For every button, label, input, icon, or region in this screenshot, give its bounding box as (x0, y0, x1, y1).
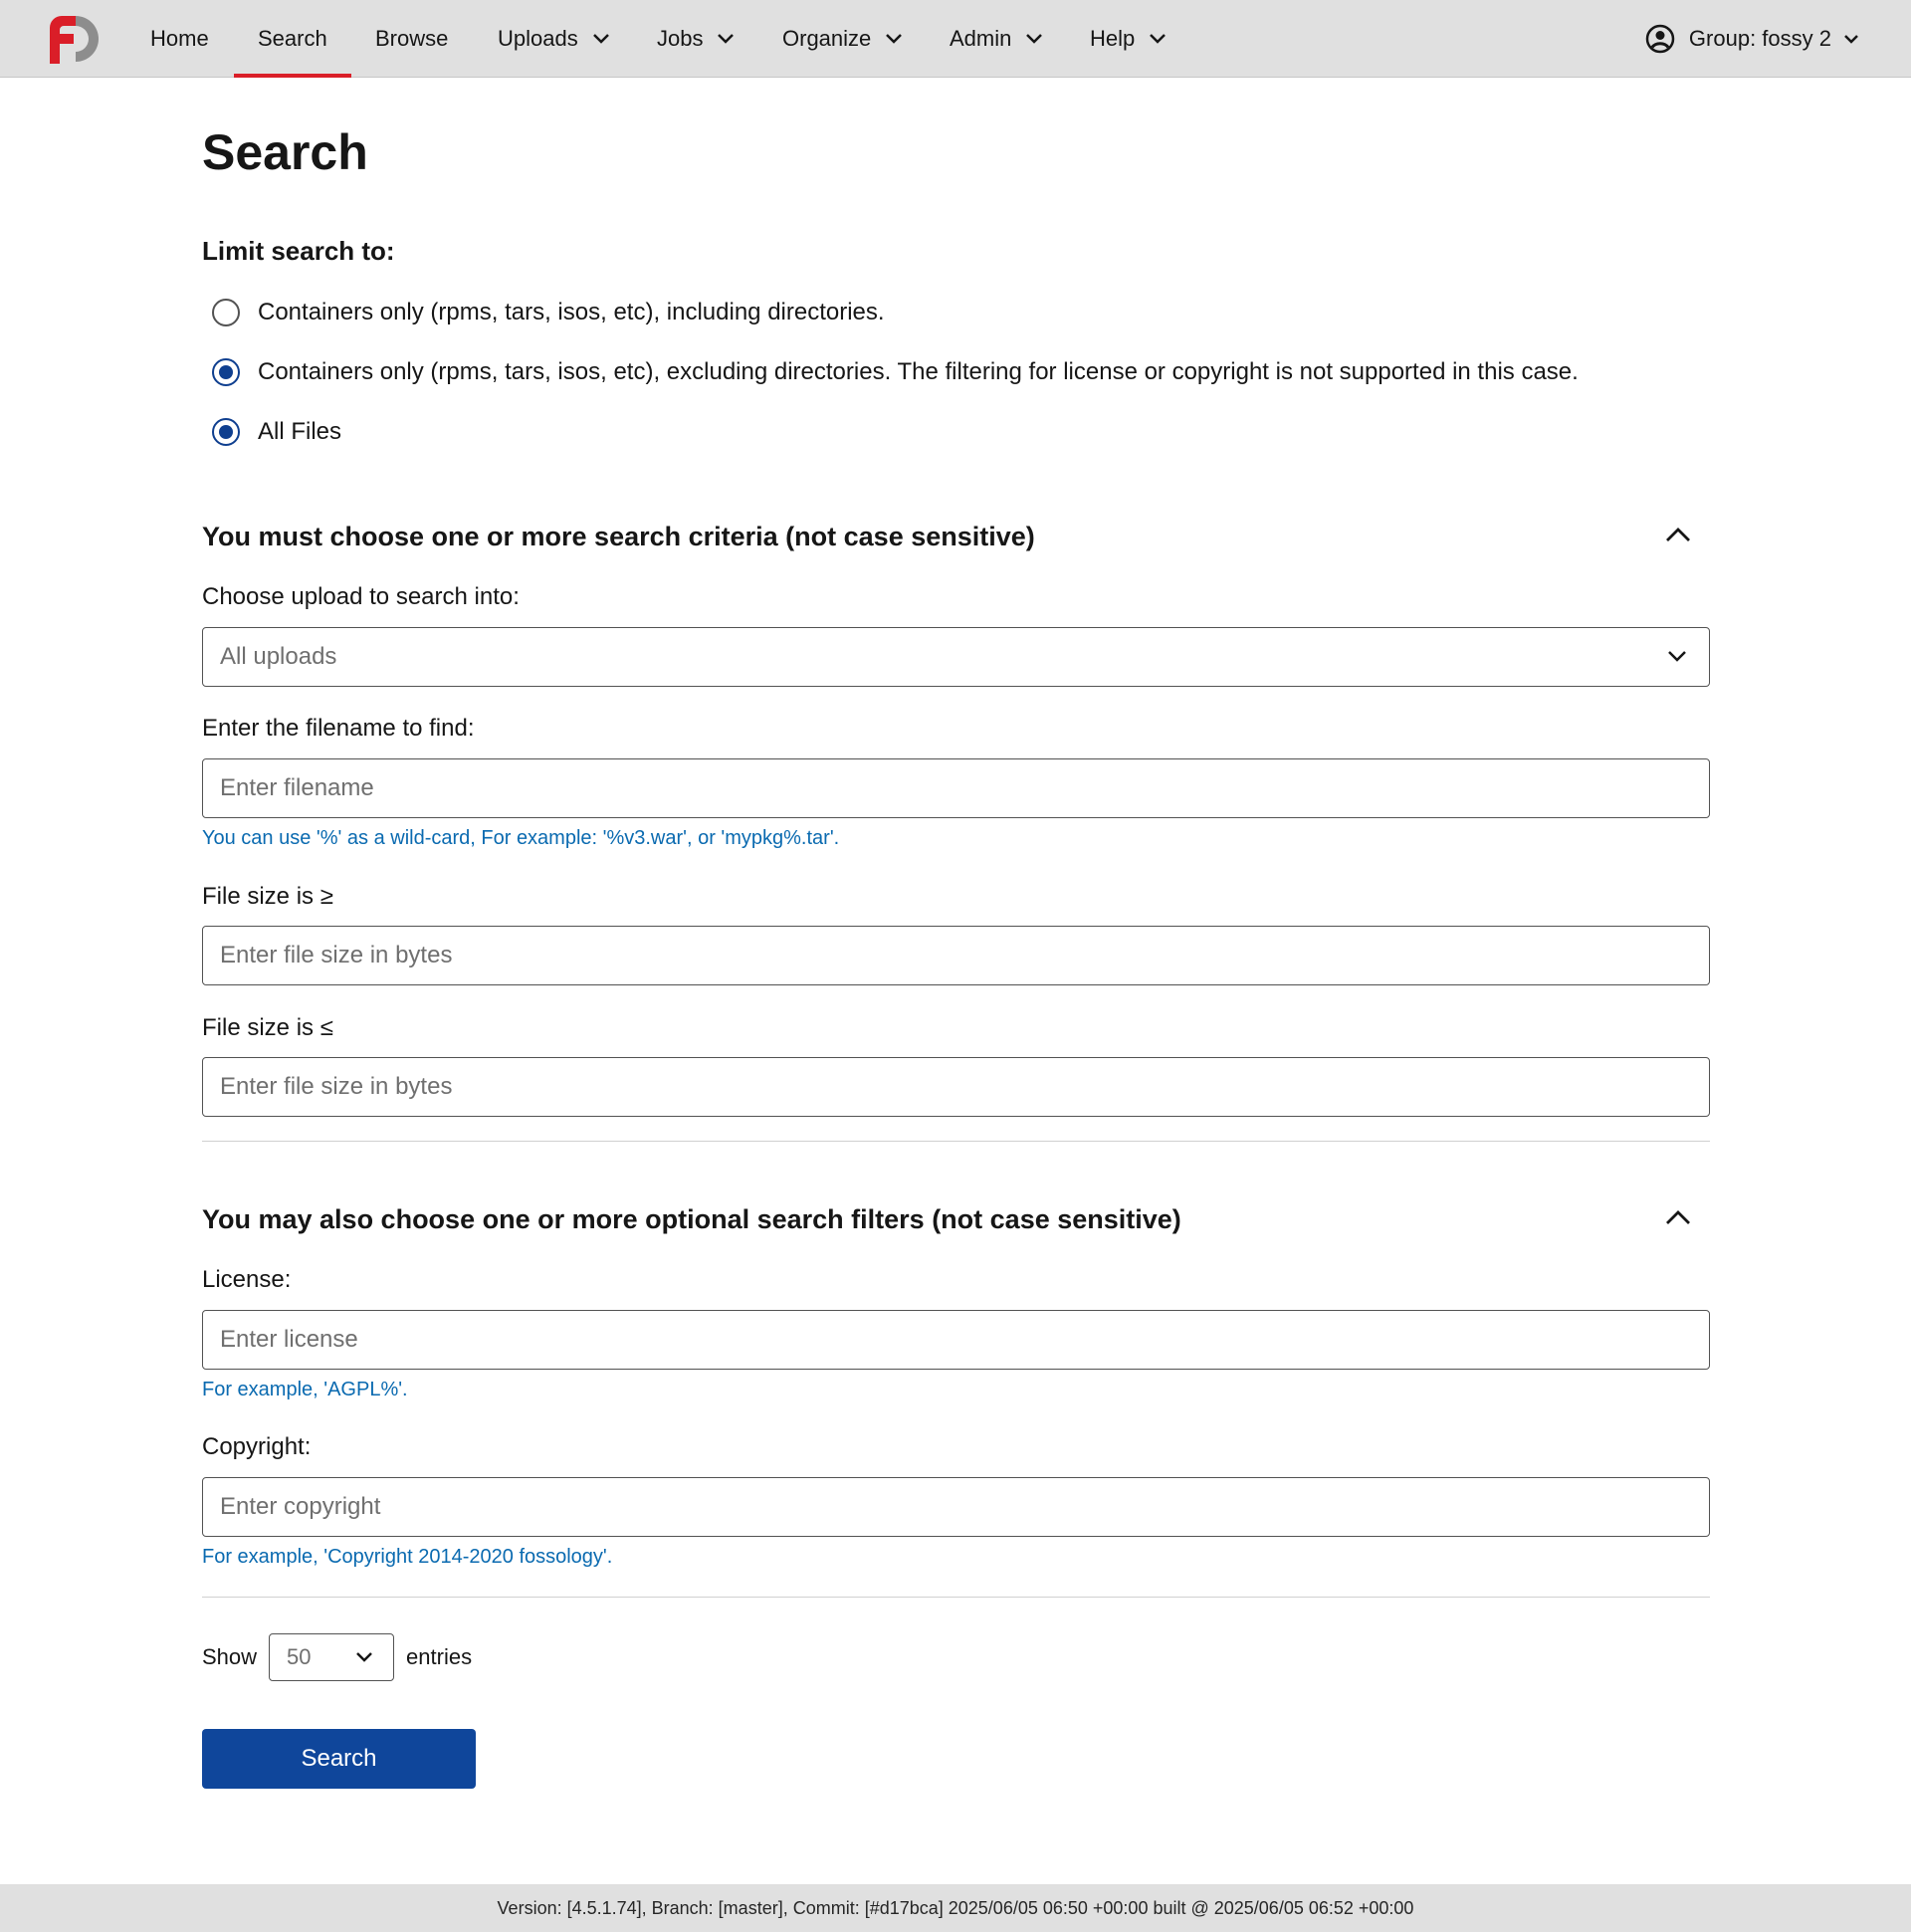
version-text: Version: [4.5.1.74], Branch: [master], C… (497, 1897, 1414, 1918)
limit-search-label: Limit search to: (202, 236, 395, 266)
filters-heading: You may also choose one or more optional… (202, 1204, 1181, 1234)
fossology-logo[interactable] (46, 12, 102, 66)
criteria-section-header[interactable]: You must choose one or more search crite… (202, 522, 1710, 552)
radio-containers-excluding-dirs[interactable]: Containers only (rpms, tars, isos, etc),… (212, 358, 1579, 386)
entries-select-value: 50 (287, 1644, 312, 1669)
nav-home[interactable]: Home (150, 0, 209, 78)
chevron-down-icon (886, 34, 903, 44)
license-label: License: (202, 1266, 292, 1293)
show-label: Show (202, 1644, 258, 1669)
radio-all-files[interactable]: All Files (212, 418, 341, 446)
nav-help[interactable]: Help (1090, 0, 1167, 78)
footer-version: Version: [4.5.1.74], Branch: [master], C… (0, 1884, 1911, 1932)
copyright-label: Copyright: (202, 1433, 312, 1460)
chevron-up-icon[interactable] (1664, 1208, 1692, 1226)
radio-button-unchecked[interactable] (212, 299, 240, 326)
nav-home-label: Home (150, 26, 209, 51)
chevron-down-icon (356, 1652, 372, 1662)
radio-label: Containers only (rpms, tars, isos, etc),… (258, 358, 1579, 385)
nav-organize[interactable]: Organize (782, 0, 903, 78)
upload-select-value: All uploads (220, 643, 337, 670)
filename-placeholder: Enter filename (220, 774, 374, 801)
size-max-label: File size is ≤ (202, 1014, 333, 1041)
filename-input[interactable]: Enter filename (202, 758, 1710, 818)
radio-label: All Files (258, 418, 342, 445)
chevron-down-icon (1026, 34, 1043, 44)
show-entries-row: Show 50 entries (202, 1633, 472, 1681)
nav-uploads-label: Uploads (498, 26, 578, 51)
chevron-down-icon (592, 34, 609, 44)
radio-containers-including-dirs[interactable]: Containers only (rpms, tars, isos, etc),… (212, 299, 885, 326)
nav-organize-label: Organize (782, 26, 872, 51)
nav-jobs-label: Jobs (657, 26, 704, 51)
nav-admin[interactable]: Admin (950, 0, 1043, 78)
criteria-heading: You must choose one or more search crite… (202, 522, 1035, 551)
entries-label: entries (406, 1644, 473, 1669)
user-avatar-icon (1645, 24, 1675, 54)
page-title: Search (202, 124, 368, 180)
nav-jobs[interactable]: Jobs (657, 0, 735, 78)
nav-browse-label: Browse (375, 26, 449, 51)
copyright-placeholder: Enter copyright (220, 1493, 381, 1520)
license-help-text: For example, 'AGPL%'. (202, 1379, 408, 1400)
nav-help-label: Help (1090, 26, 1136, 51)
filename-label: Enter the filename to find: (202, 715, 475, 742)
size-min-placeholder: Enter file size in bytes (220, 942, 453, 968)
radio-button-checked[interactable] (212, 418, 240, 446)
radio-label: Containers only (rpms, tars, isos, etc),… (258, 299, 885, 325)
size-min-label: File size is ≥ (202, 883, 333, 910)
nav-admin-label: Admin (950, 26, 1012, 51)
chevron-down-icon (1668, 651, 1686, 662)
size-min-input[interactable]: Enter file size in bytes (202, 926, 1710, 985)
section-divider (202, 1141, 1710, 1142)
chevron-down-icon (1844, 34, 1858, 44)
section-divider (202, 1597, 1710, 1598)
copyright-input[interactable]: Enter copyright (202, 1477, 1710, 1537)
upload-label: Choose upload to search into: (202, 583, 520, 610)
entries-select[interactable]: 50 (269, 1633, 395, 1681)
group-menu[interactable]: Group: fossy 2 (1645, 0, 1859, 78)
filters-section-header[interactable]: You may also choose one or more optional… (202, 1204, 1710, 1235)
nav-browse[interactable]: Browse (375, 0, 448, 78)
search-button-label: Search (301, 1745, 377, 1772)
nav-search[interactable]: Search (234, 0, 351, 78)
filename-help-text: You can use '%' as a wild-card, For exam… (202, 827, 840, 849)
copyright-help-text: For example, 'Copyright 2014-2020 fossol… (202, 1546, 613, 1568)
nav-search-label: Search (258, 26, 327, 51)
license-input[interactable]: Enter license (202, 1310, 1710, 1370)
top-navigation-bar: Home Search Browse Uploads Jobs Organize… (0, 0, 1911, 78)
chevron-down-icon (718, 34, 735, 44)
chevron-up-icon[interactable] (1664, 526, 1692, 543)
size-max-input[interactable]: Enter file size in bytes (202, 1057, 1710, 1117)
radio-button-checked[interactable] (212, 358, 240, 386)
size-max-placeholder: Enter file size in bytes (220, 1073, 453, 1100)
nav-uploads[interactable]: Uploads (498, 0, 610, 78)
upload-select[interactable]: All uploads (202, 627, 1710, 687)
group-label: Group: fossy 2 (1688, 26, 1831, 51)
license-placeholder: Enter license (220, 1326, 358, 1353)
search-button[interactable]: Search (202, 1729, 476, 1789)
chevron-down-icon (1150, 34, 1167, 44)
